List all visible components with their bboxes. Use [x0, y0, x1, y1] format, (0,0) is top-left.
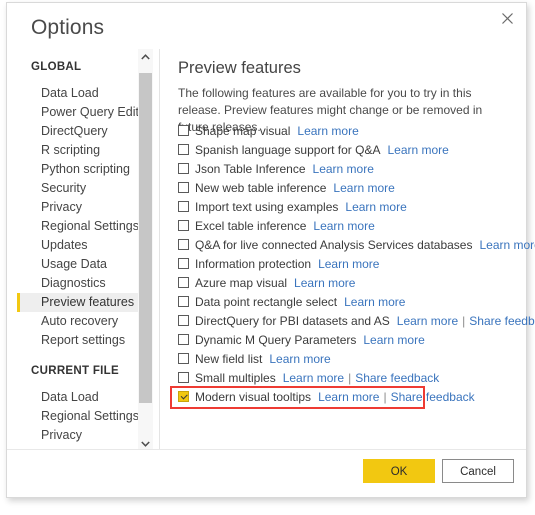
dialog-title-bar: Options — [7, 3, 526, 49]
sidebar-item-privacy[interactable]: Privacy — [17, 198, 142, 217]
chevron-up-icon[interactable] — [138, 49, 153, 64]
feature-row[interactable]: Shape map visual Learn more — [172, 122, 526, 141]
feature-label: Json Table Inference — [195, 162, 306, 176]
feature-list: Shape map visual Learn more Spanish langua… — [170, 122, 535, 409]
sidebar-item-preview-features[interactable]: Preview features — [17, 293, 142, 312]
checkbox-shape-map-visual[interactable] — [178, 125, 189, 136]
options-dialog: Options GLOBAL Data Load Power Query Edito… — [6, 2, 535, 498]
feature-row[interactable]: Excel table inference Learn more — [172, 217, 526, 236]
checkbox-dynamic-m-query-parameters[interactable] — [178, 334, 189, 345]
sidebar-item-auto-recovery[interactable]: Auto recovery — [17, 312, 142, 331]
link-separator: | — [383, 390, 387, 404]
learn-more-link[interactable]: Learn more — [269, 350, 330, 369]
sidebar-item-python-scripting[interactable]: Python scripting — [17, 160, 142, 179]
checkbox-json-table-inference[interactable] — [178, 163, 189, 174]
checkbox-small-multiples[interactable] — [178, 372, 189, 383]
sidebar-item-diagnostics[interactable]: Diagnostics — [17, 274, 142, 293]
link-separator: | — [462, 314, 466, 328]
sidebar-group-header-current-file: CURRENT FILE — [31, 365, 119, 377]
sidebar-item-regional-settings[interactable]: Regional Settings — [17, 217, 142, 236]
cancel-button[interactable]: Cancel — [442, 459, 514, 483]
feature-label: Data point rectangle select — [195, 295, 338, 309]
feature-label: Import text using examples — [195, 200, 339, 214]
checkbox-import-text-using-examples[interactable] — [178, 201, 189, 212]
section-title: Preview features — [178, 59, 301, 77]
feature-row[interactable]: Spanish language support for Q&A Learn mo… — [172, 141, 526, 160]
learn-more-link[interactable]: Learn more — [479, 236, 535, 255]
feature-label: Q&A for live connected Analysis Services… — [195, 238, 473, 252]
page-title: Options — [31, 16, 105, 39]
checkbox-spanish-language-support-for-q-a[interactable] — [178, 144, 189, 155]
feature-row[interactable]: Dynamic M Query Parameters Learn more — [172, 331, 526, 350]
feature-label: Small multiples — [195, 371, 276, 385]
learn-more-link[interactable]: Learn more — [297, 122, 358, 141]
sidebar-item-r-scripting[interactable]: R scripting — [17, 141, 142, 160]
checkbox-azure-map-visual[interactable] — [178, 277, 189, 288]
feature-row[interactable]: Import text using examples Learn more — [172, 198, 526, 217]
sidebar-item-data-load[interactable]: Data Load — [17, 84, 142, 103]
feature-label: Excel table inference — [195, 219, 307, 233]
feature-row[interactable]: Small multiples Learn more | Share feedback — [172, 369, 526, 388]
checkbox-information-protection[interactable] — [178, 258, 189, 269]
feature-row[interactable]: Json Table Inference Learn more — [172, 160, 526, 179]
checkbox-new-web-table-inference[interactable] — [178, 182, 189, 193]
dialog-footer: OK Cancel — [7, 449, 526, 497]
feature-row[interactable]: Modern visual tooltips Learn more | Share f… — [170, 386, 475, 409]
feature-label: New field list — [195, 352, 263, 366]
feature-label: New web table inference — [195, 181, 327, 195]
sidebar-item-power-query-editor[interactable]: Power Query Editor — [17, 103, 150, 122]
feature-label: Spanish language support for Q&A — [195, 143, 381, 157]
learn-more-link[interactable]: Learn more — [294, 274, 355, 293]
checkbox-excel-table-inference[interactable] — [178, 220, 189, 231]
feature-label: Information protection — [195, 257, 312, 271]
scrollbar-thumb[interactable] — [139, 73, 152, 403]
share-feedback-link[interactable]: Share feedback — [469, 312, 535, 331]
checkbox-q-a-for-live-connected-analysis-services-databases[interactable] — [178, 239, 189, 250]
preview-features-panel: Preview features The following features … — [160, 49, 535, 451]
share-feedback-link[interactable]: Share feedback — [391, 388, 475, 407]
feature-label: Dynamic M Query Parameters — [195, 333, 357, 347]
feature-row[interactable]: DirectQuery for PBI datasets and AS Learn… — [172, 312, 535, 331]
feature-row[interactable]: Data point rectangle select Learn more — [172, 293, 526, 312]
learn-more-link[interactable]: Learn more — [344, 293, 405, 312]
learn-more-link[interactable]: Learn more — [397, 312, 458, 331]
sidebar-item-regional-settings[interactable]: Regional Settings — [17, 407, 142, 426]
checkbox-directquery-for-pbi-datasets-and-as[interactable] — [178, 315, 189, 326]
share-feedback-link[interactable]: Share feedback — [355, 369, 439, 388]
sidebar-scrollbar[interactable] — [138, 49, 153, 451]
learn-more-link[interactable]: Learn more — [345, 198, 406, 217]
sidebar-nav: GLOBAL Data Load Power Query Editor DirectQ… — [7, 49, 159, 451]
sidebar-item-directquery[interactable]: DirectQuery — [17, 122, 142, 141]
sidebar-item-security[interactable]: Security — [17, 179, 142, 198]
feature-label: DirectQuery for PBI datasets and AS — [195, 314, 390, 328]
close-icon[interactable] — [494, 7, 520, 29]
sidebar-item-usage-data[interactable]: Usage Data — [17, 255, 142, 274]
learn-more-link[interactable]: Learn more — [318, 388, 379, 407]
checkbox-new-field-list[interactable] — [178, 353, 189, 364]
checkbox-data-point-rectangle-select[interactable] — [178, 296, 189, 307]
feature-label: Azure map visual — [195, 276, 288, 290]
ok-button[interactable]: OK — [363, 459, 435, 483]
sidebar-item-privacy[interactable]: Privacy — [17, 426, 142, 445]
learn-more-link[interactable]: Learn more — [283, 369, 344, 388]
sidebar-item-data-load[interactable]: Data Load — [17, 388, 142, 407]
checkbox-modern-visual-tooltips[interactable] — [178, 391, 189, 402]
learn-more-link[interactable]: Learn more — [318, 255, 379, 274]
learn-more-link[interactable]: Learn more — [333, 179, 394, 198]
feature-label: Modern visual tooltips — [195, 390, 312, 404]
feature-row[interactable]: New web table inference Learn more — [172, 179, 526, 198]
learn-more-link[interactable]: Learn more — [313, 217, 374, 236]
link-separator: | — [348, 371, 352, 385]
sidebar-item-report-settings[interactable]: Report settings — [17, 331, 142, 350]
sidebar-item-updates[interactable]: Updates — [17, 236, 142, 255]
feature-label: Shape map visual — [195, 124, 291, 138]
feature-row[interactable]: Q&A for live connected Analysis Services… — [172, 236, 535, 255]
sidebar-group-header-global: GLOBAL — [31, 61, 82, 73]
feature-row[interactable]: New field list Learn more — [172, 350, 526, 369]
learn-more-link[interactable]: Learn more — [363, 331, 424, 350]
learn-more-link[interactable]: Learn more — [387, 141, 448, 160]
feature-row[interactable]: Azure map visual Learn more — [172, 274, 526, 293]
learn-more-link[interactable]: Learn more — [313, 160, 374, 179]
feature-row[interactable]: Information protection Learn more — [172, 255, 526, 274]
